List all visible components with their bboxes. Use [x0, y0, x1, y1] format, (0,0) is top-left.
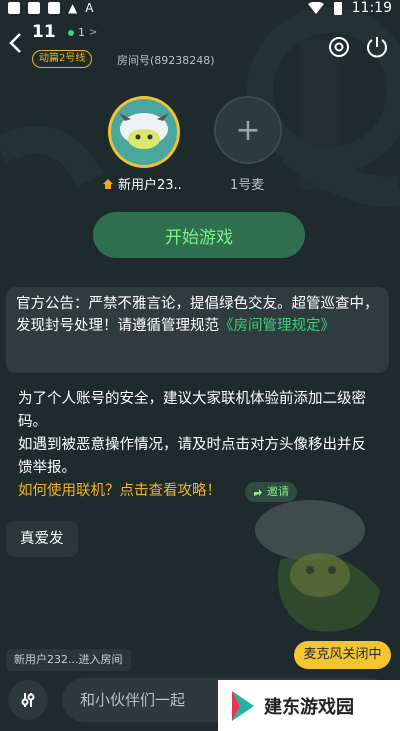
power-icon: [367, 37, 387, 58]
target-settings-icon: [329, 37, 349, 57]
image-icon: [48, 2, 60, 14]
seat-host-name: 新用户23..: [102, 174, 202, 193]
watermark-logo-icon: [232, 690, 254, 721]
empty-seat-plus-icon[interactable]: +: [214, 96, 282, 164]
audio-settings-button[interactable]: [8, 680, 48, 720]
seat-1-label: 1号麦: [230, 178, 265, 193]
watermark: 建东游戏园: [218, 680, 400, 731]
status-bar: ▲ A 11:19: [0, 0, 400, 16]
status-time: 11:19: [351, 0, 392, 16]
wifi-icon: [307, 2, 324, 14]
chat-message: 真爱发: [6, 521, 78, 557]
room-entry-message: 新用户232...进入房间: [6, 649, 131, 671]
avatar[interactable]: [108, 96, 180, 168]
app-icon: A: [85, 1, 94, 15]
warning-icon: ▲: [68, 1, 78, 15]
room-settings-button[interactable]: [326, 34, 352, 60]
chevron-left-icon: [9, 33, 21, 53]
room-rules-link[interactable]: 《房间管理规定》: [219, 318, 335, 334]
online-dot-icon: [68, 29, 74, 36]
chevron-right-icon: >: [89, 27, 98, 38]
room-number: 11: [32, 22, 56, 42]
online-count[interactable]: 1 >: [68, 26, 97, 39]
host-name-label: 新用户23..: [118, 178, 182, 193]
sheep-avatar-icon: [119, 113, 169, 149]
sheep-mascot-icon: [255, 500, 380, 632]
room-header: 11 1 > 动篇2号线 房间号(89238248): [0, 18, 400, 74]
notification-icon: [8, 2, 20, 14]
tip-line-1: 为了个人账号的安全，建议大家联机体验前添加二级密码。: [18, 391, 366, 430]
seat-host[interactable]: 新用户23..: [103, 96, 182, 193]
back-button[interactable]: [4, 30, 26, 56]
watermark-text: 建东游戏园: [264, 696, 354, 718]
mic-status-badge[interactable]: 麦克风关闭中: [294, 641, 391, 669]
room-id: 房间号(89238248): [117, 54, 215, 67]
guide-link[interactable]: 如何使用联机？点击查看攻略！: [18, 480, 221, 503]
online-count-value: 1: [78, 26, 85, 39]
sliders-icon: [21, 693, 35, 707]
home-icon: [103, 178, 113, 189]
official-notice: 官方公告：严禁不雅言论，提倡绿色交友。超管巡查中，发现封号处理！请遵循管理规范《…: [6, 287, 389, 373]
document-icon: [28, 2, 40, 14]
seat-1[interactable]: + 1号麦: [214, 96, 286, 193]
battery-icon: [333, 2, 342, 15]
line-tag: 动篇2号线: [32, 50, 93, 68]
start-game-button[interactable]: 开始游戏: [93, 212, 305, 258]
exit-room-button[interactable]: [364, 34, 390, 60]
